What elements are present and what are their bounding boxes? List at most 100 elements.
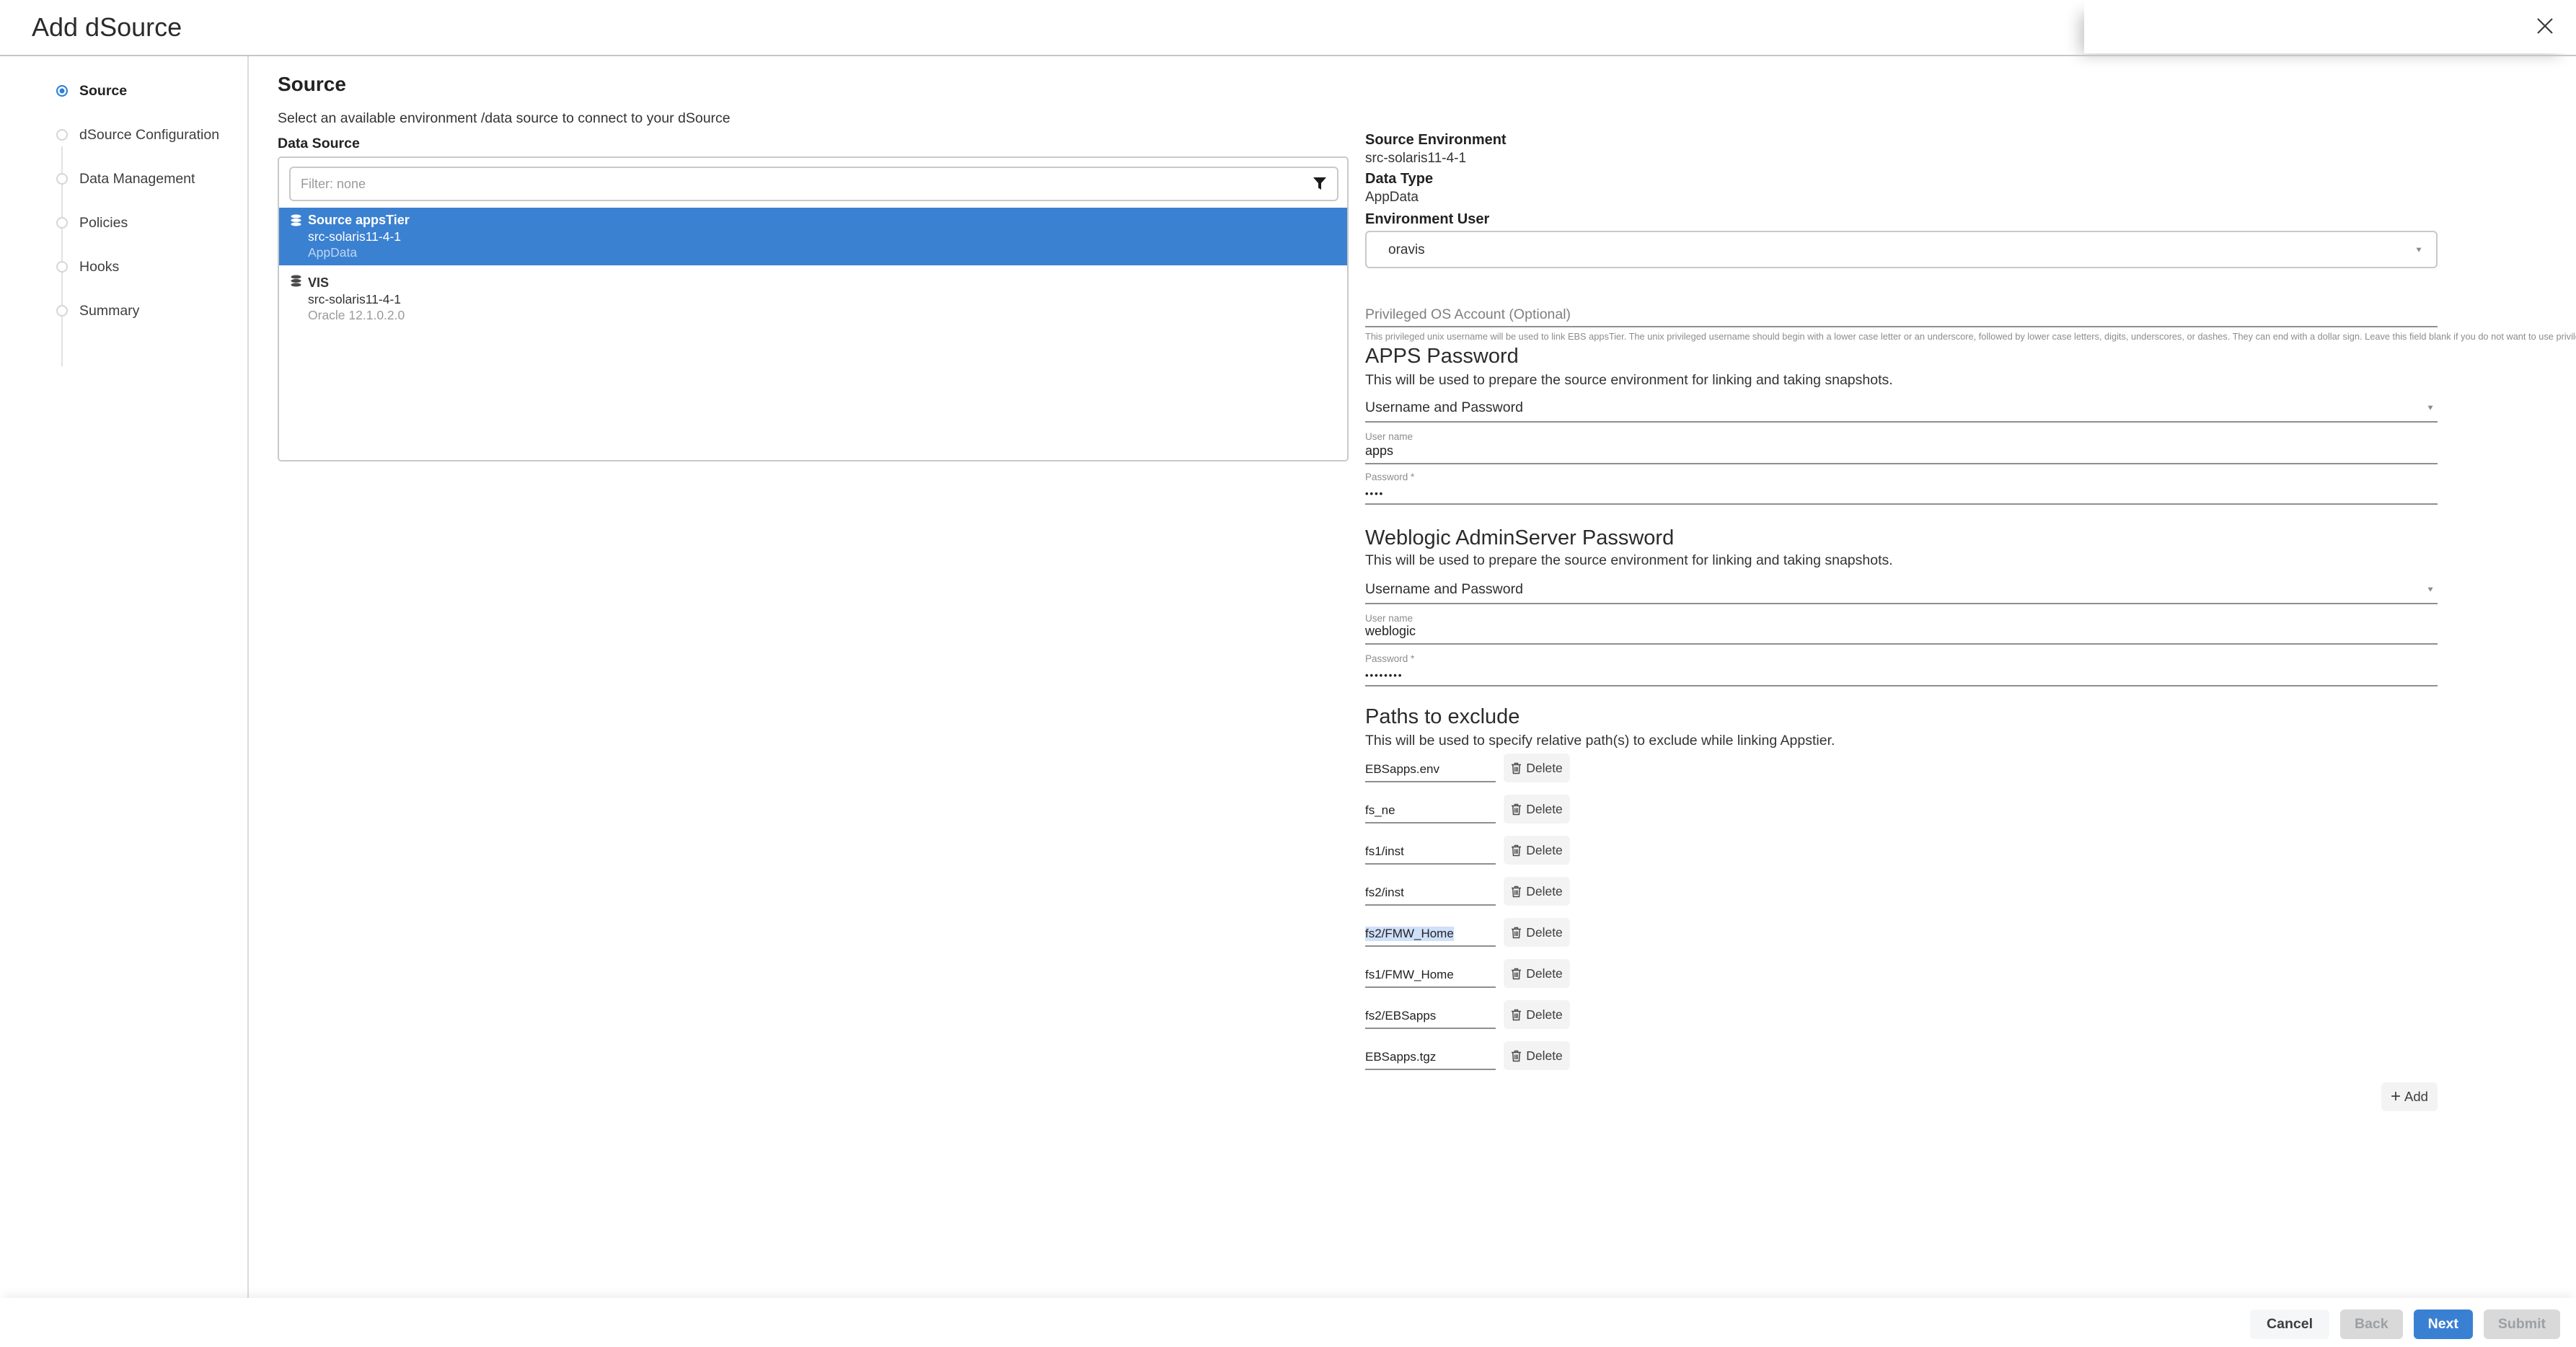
wizard-step-hooks[interactable]: Hooks <box>0 261 249 283</box>
footer-bar: Cancel Back Next Submit <box>0 1298 2576 1347</box>
weblogic-username-value: weblogic <box>1365 624 1416 639</box>
delete-path-button[interactable]: Delete <box>1504 795 1570 823</box>
add-path-button[interactable]: + Add <box>2381 1082 2438 1111</box>
password-label: Password * <box>1365 653 1414 664</box>
delete-path-button[interactable]: Delete <box>1504 918 1570 947</box>
weblogic-password-masked-value: •••••••• <box>1365 670 1403 681</box>
weblogic-password-description: This will be used to prepare the source … <box>1365 552 1893 569</box>
trash-icon <box>1511 844 1522 857</box>
weblogic-password-field[interactable]: Password * •••••••• <box>1365 653 2438 686</box>
path-input[interactable]: fs2/FMW_Home <box>1365 919 1496 947</box>
data-source-item-type: Oracle 12.1.0.2.0 <box>308 307 405 324</box>
apps-username-field[interactable]: User name apps <box>1365 431 2438 464</box>
step-label: Policies <box>79 215 128 231</box>
chevron-down-icon: ▼ <box>2426 403 2435 412</box>
top-right-overlay <box>2084 0 2576 53</box>
privileged-os-account-input[interactable] <box>1365 326 2438 327</box>
path-row: EBSapps.tgz Delete <box>1365 1041 1582 1070</box>
next-button[interactable]: Next <box>2414 1310 2473 1339</box>
apps-password-field[interactable]: Password * •••• <box>1365 472 2438 505</box>
environment-user-selected-value: oravis <box>1388 242 1425 258</box>
path-input[interactable]: fs_ne <box>1365 796 1496 823</box>
path-value: EBSapps.tgz <box>1365 1050 1436 1064</box>
filter-icon[interactable] <box>1313 177 1327 195</box>
close-icon[interactable] <box>2533 14 2557 39</box>
step-label: Summary <box>79 303 139 319</box>
delete-path-button[interactable]: Delete <box>1504 877 1570 906</box>
data-source-item-vis[interactable]: VIS src-solaris11-4-1 Oracle 12.1.0.2.0 <box>279 268 1347 329</box>
path-input[interactable]: fs1/inst <box>1365 837 1496 865</box>
trash-icon <box>1511 803 1522 816</box>
weblogic-password-heading: Weblogic AdminServer Password <box>1365 526 1674 550</box>
wizard-step-source[interactable]: Source <box>0 85 249 107</box>
paths-to-exclude-heading: Paths to exclude <box>1365 705 1519 729</box>
weblogic-username-field[interactable]: User name weblogic <box>1365 613 2438 645</box>
weblogic-credential-type-value: Username and Password <box>1365 581 1523 598</box>
delete-path-button[interactable]: Delete <box>1504 1041 1570 1070</box>
step-indicator-dot <box>56 261 68 273</box>
privileged-os-account-label[interactable]: Privileged OS Account (Optional) <box>1365 306 1571 323</box>
chevron-down-icon: ▼ <box>2414 245 2423 254</box>
data-source-item-title: VIS <box>308 275 405 291</box>
delete-path-button[interactable]: Delete <box>1504 836 1570 865</box>
filter-input[interactable] <box>301 168 1296 200</box>
source-environment-value: src-solaris11-4-1 <box>1365 151 1466 167</box>
username-label: User name <box>1365 431 1413 442</box>
apps-credential-type-value: Username and Password <box>1365 399 1523 416</box>
header-divider <box>0 55 2576 56</box>
step-indicator-dot <box>56 85 68 97</box>
database-icon <box>291 275 301 291</box>
filter-field <box>289 167 1338 201</box>
data-source-item-environment: src-solaris11-4-1 <box>308 291 405 308</box>
add-dsource-dialog: Add dSource Source dSource Configuration… <box>0 0 2576 1347</box>
path-row: fs_ne Delete <box>1365 795 1582 823</box>
delete-path-button[interactable]: Delete <box>1504 959 1570 988</box>
wizard-step-dsource-configuration[interactable]: dSource Configuration <box>0 129 249 151</box>
data-source-item-environment: src-solaris11-4-1 <box>308 229 410 245</box>
apps-credential-type-select[interactable]: Username and Password ▼ <box>1365 395 2438 423</box>
plus-icon: + <box>2391 1090 2401 1104</box>
environment-user-select[interactable]: oravis ▼ <box>1365 231 2438 268</box>
data-source-list: Source appsTier src-solaris11-4-1 AppDat… <box>278 156 1349 461</box>
wizard-step-policies[interactable]: Policies <box>0 217 249 239</box>
data-type-label: Data Type <box>1365 171 1433 187</box>
path-row: fs2/FMW_Home Delete <box>1365 918 1582 947</box>
path-value: fs1/FMW_Home <box>1365 968 1454 982</box>
section-title-source: Source <box>278 73 346 96</box>
trash-icon <box>1511 968 1522 980</box>
database-icon <box>291 214 301 230</box>
chevron-down-icon: ▼ <box>2426 585 2435 593</box>
step-indicator-dot <box>56 129 68 141</box>
source-environment-label: Source Environment <box>1365 132 1507 149</box>
path-value: fs1/inst <box>1365 844 1404 859</box>
wizard-step-data-management[interactable]: Data Management <box>0 173 249 195</box>
trash-icon <box>1511 1050 1522 1062</box>
path-input[interactable]: fs2/EBSapps <box>1365 1002 1496 1029</box>
path-input[interactable]: fs2/inst <box>1365 878 1496 906</box>
step-label: Source <box>79 83 127 100</box>
wizard-step-summary[interactable]: Summary <box>0 305 249 327</box>
data-source-item-title: Source appsTier <box>308 212 410 229</box>
delete-path-button[interactable]: Delete <box>1504 754 1570 782</box>
delete-path-button[interactable]: Delete <box>1504 1000 1570 1029</box>
path-row: fs2/EBSapps Delete <box>1365 1000 1582 1029</box>
apps-password-heading: APPS Password <box>1365 345 1519 368</box>
step-indicator-dot <box>56 305 68 317</box>
data-source-item-source-appstier[interactable]: Source appsTier src-solaris11-4-1 AppDat… <box>279 208 1347 265</box>
path-input[interactable]: EBSapps.tgz <box>1365 1043 1496 1070</box>
trash-icon <box>1511 762 1522 774</box>
cancel-button[interactable]: Cancel <box>2250 1310 2329 1339</box>
path-input[interactable]: EBSapps.env <box>1365 755 1496 782</box>
path-row: EBSapps.env Delete <box>1365 754 1582 782</box>
path-value: fs2/inst <box>1365 886 1404 900</box>
password-label: Password * <box>1365 472 1414 482</box>
path-value: fs_ne <box>1365 803 1395 818</box>
weblogic-credential-type-select[interactable]: Username and Password ▼ <box>1365 577 2438 604</box>
trash-icon <box>1511 927 1522 939</box>
page-title: Add dSource <box>32 12 182 43</box>
trash-icon <box>1511 886 1522 898</box>
wizard-sidebar: Source dSource Configuration Data Manage… <box>0 56 249 1298</box>
path-input[interactable]: fs1/FMW_Home <box>1365 960 1496 988</box>
data-source-label: Data Source <box>278 136 360 152</box>
apps-password-description: This will be used to prepare the source … <box>1365 372 1893 389</box>
